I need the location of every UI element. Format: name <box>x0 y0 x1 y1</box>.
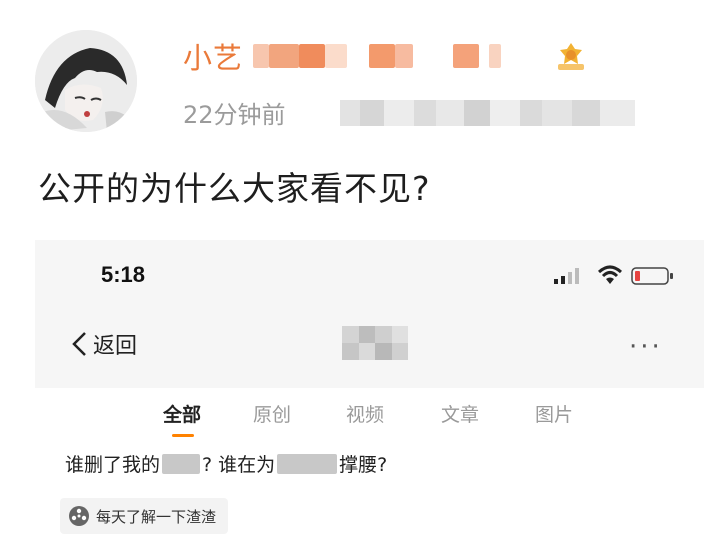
headline-mask <box>162 453 201 474</box>
status-bar: 5:18 <box>35 240 704 308</box>
active-tab-indicator <box>172 434 194 437</box>
embedded-screenshot: 5:18 返回 ··· 全部 原创 视频 文章 图片 谁删了我的 ? 谁在为 撑… <box>35 240 704 543</box>
topic-icon <box>69 506 89 526</box>
post-time: 22分钟前 <box>183 101 286 129</box>
source-mosaic <box>340 100 635 126</box>
username-row: 小艺 <box>183 35 502 77</box>
headline-mask <box>277 453 338 474</box>
nav-title-mosaic <box>342 326 408 360</box>
username[interactable]: 小艺 <box>183 35 243 77</box>
tab-bar: 全部 原创 视频 文章 图片 <box>35 388 704 444</box>
post-text: 公开的为什么大家看不见? <box>38 169 431 208</box>
signal-icon <box>554 268 579 284</box>
feed-item[interactable]: 谁删了我的 ? 谁在为 撑腰? 每天了解一下渣渣 <box>35 444 704 543</box>
feed-headline: 谁删了我的 ? 谁在为 撑腰? <box>65 450 387 477</box>
tab-image[interactable]: 图片 <box>535 400 573 427</box>
tab-original[interactable]: 原创 <box>253 400 291 427</box>
battery-icon <box>631 267 673 285</box>
more-icon[interactable]: ··· <box>629 332 663 362</box>
avatar[interactable] <box>35 30 137 132</box>
wifi-icon <box>597 265 623 284</box>
back-button[interactable]: 返回 <box>71 324 137 364</box>
back-label: 返回 <box>93 334 138 359</box>
headline-part1: 谁删了我的 <box>65 454 161 476</box>
tab-article[interactable]: 文章 <box>441 400 479 427</box>
headline-part3: 撑腰? <box>339 454 388 476</box>
headline-part2: ? 谁在为 <box>202 454 276 476</box>
username-mosaic <box>253 44 502 68</box>
topic-label: 每天了解一下渣渣 <box>96 507 217 526</box>
weibo-post: 小艺 22分钟前 公开的为什么大家看不见? 5:18 返回 ··· 全部 原创 … <box>0 0 704 543</box>
nav-bar: 返回 ··· <box>35 308 704 378</box>
status-clock: 5:18 <box>101 262 146 287</box>
badge-icon <box>556 40 586 72</box>
post-meta: 22分钟前 <box>183 95 286 130</box>
tab-video[interactable]: 视频 <box>346 400 384 427</box>
topic-chip[interactable]: 每天了解一下渣渣 <box>60 498 229 534</box>
back-chevron-icon <box>72 332 86 356</box>
tab-all[interactable]: 全部 <box>163 400 201 427</box>
